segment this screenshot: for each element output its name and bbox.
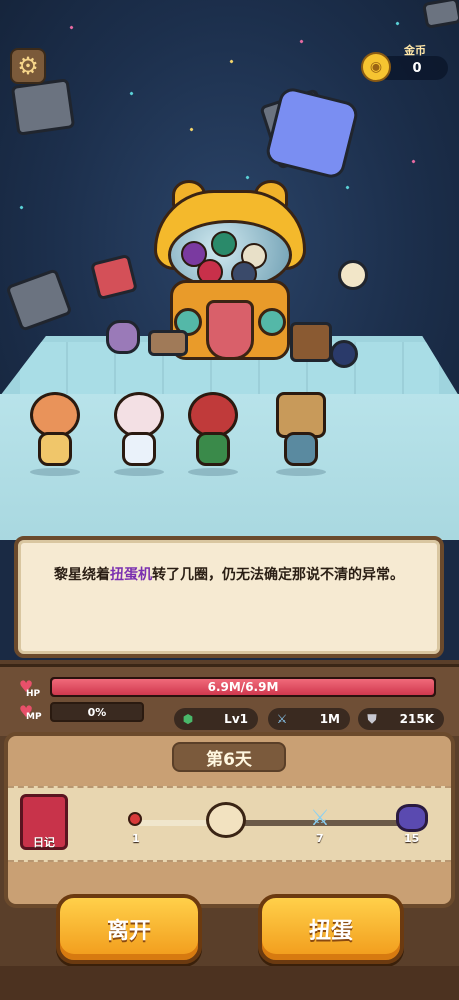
vase-icon xyxy=(106,320,140,354)
star-icon xyxy=(395,21,400,26)
star-icon xyxy=(129,91,134,96)
hero-girl[interactable] xyxy=(108,392,170,476)
hp-value: 6.9M/6.9M xyxy=(207,680,279,694)
defense-value: 215K xyxy=(399,712,434,726)
crate-icon xyxy=(89,253,139,301)
gem-icon: ⬢ xyxy=(182,712,194,726)
level-value: Lv1 xyxy=(224,712,248,726)
dialog-box[interactable]: 黎星绕着扭蛋机转了几圈，仍无法确定那说不清的异常。 xyxy=(14,536,444,658)
gacha-button[interactable]: 扭蛋 xyxy=(258,894,404,964)
game-scene xyxy=(0,0,459,540)
hero-box-knight[interactable] xyxy=(270,392,332,476)
chest-icon xyxy=(290,322,332,362)
dialog-text: 黎星绕着扭蛋机转了几圈，仍无法确定那说不清的异常。 xyxy=(54,564,424,586)
level-chip: ⬢ Lv1 xyxy=(174,708,258,730)
start-node-num: 1 xyxy=(132,832,140,845)
boss-node-num: 15 xyxy=(404,832,420,845)
star-icon xyxy=(69,25,74,30)
star-icon xyxy=(345,185,350,190)
scroll-icon xyxy=(148,330,188,356)
mp-value: 0% xyxy=(87,705,107,719)
floating-block-icon xyxy=(5,268,73,332)
sword-node-num: 7 xyxy=(316,832,324,845)
star-icon xyxy=(245,175,250,180)
attack-value: 1M xyxy=(319,712,340,726)
star-icon xyxy=(299,39,304,44)
settings-gear-icon[interactable]: ⚙ xyxy=(10,48,46,84)
boss-monster-icon xyxy=(394,802,430,834)
gold-coin-icon: ◉ xyxy=(361,52,391,82)
shield-icon: ⛊ xyxy=(367,711,377,726)
defense-chip: ⛊ 215K xyxy=(358,708,444,730)
hero-fox[interactable] xyxy=(24,392,86,476)
ball-icon xyxy=(338,260,368,290)
sword-node-icon: ⚔ xyxy=(310,805,330,831)
dialog-text-before: 黎星绕着 xyxy=(54,567,110,583)
star-icon xyxy=(411,159,416,164)
star-icon xyxy=(19,205,24,210)
bottom-floor xyxy=(0,966,459,1000)
floating-block-icon xyxy=(422,0,459,29)
leave-button[interactable]: 离开 xyxy=(56,894,202,964)
dialog-highlight: 扭蛋机 xyxy=(110,567,152,583)
mp-bar: 0% xyxy=(50,702,144,722)
hp-bar: 6.9M/6.9M xyxy=(50,677,436,697)
gold-value: 0 xyxy=(412,60,422,76)
dialog-text-after: 转了几圈，仍无法确定那说不清的异常。 xyxy=(152,567,404,583)
star-icon xyxy=(189,127,194,132)
star-icon xyxy=(229,59,234,64)
hero-horse[interactable] xyxy=(182,392,244,476)
day-title: 第6天 xyxy=(172,742,286,772)
hp-label: HP xyxy=(26,689,41,699)
start-flag-icon xyxy=(122,806,148,832)
ball-icon xyxy=(330,340,358,368)
diary-label[interactable]: 日记 xyxy=(18,834,70,850)
player-bear-icon xyxy=(204,800,248,840)
mp-label: MP xyxy=(26,712,42,722)
sword-icon: ⚔ xyxy=(276,712,288,726)
attack-chip: ⚔ 1M xyxy=(268,708,350,730)
floating-block-icon xyxy=(10,78,76,136)
